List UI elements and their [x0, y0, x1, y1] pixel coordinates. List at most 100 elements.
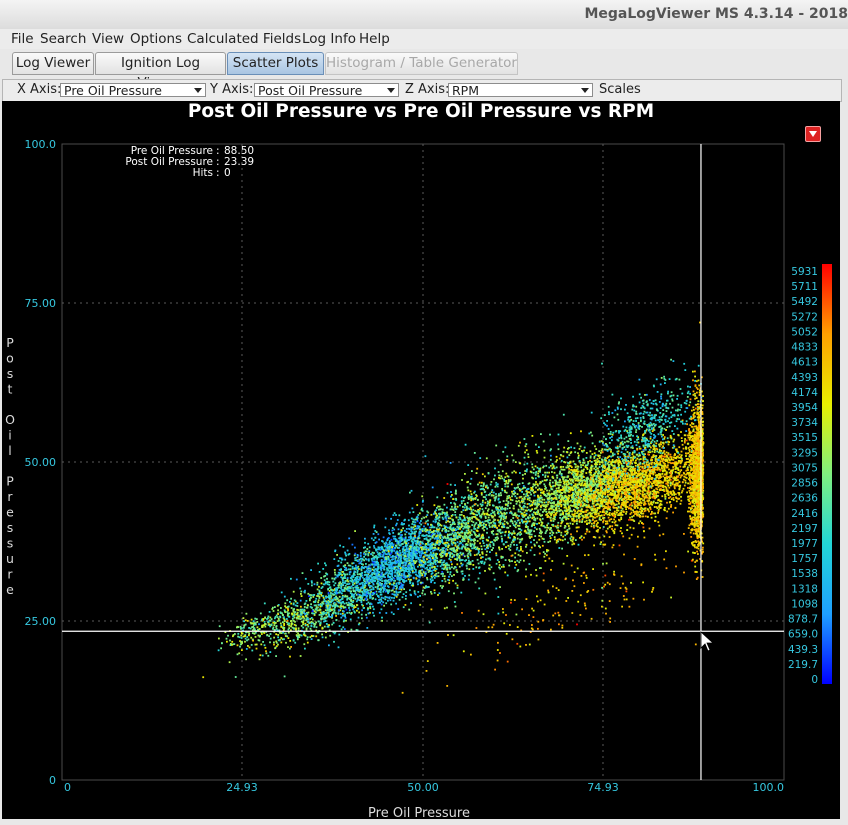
scatter-point	[426, 514, 429, 516]
scatter-point	[523, 496, 526, 499]
menu-search[interactable]: Search	[40, 31, 86, 47]
scatter-point	[451, 566, 453, 569]
scatter-point	[366, 608, 369, 611]
scatter-point	[463, 522, 466, 525]
scatter-point	[450, 491, 452, 493]
scatter-point	[485, 558, 487, 561]
scatter-point	[427, 571, 430, 573]
scatter-point	[269, 651, 272, 653]
menu-log-info[interactable]: Log Info	[302, 31, 356, 47]
tab-ignition-log-viewer[interactable]: Ignition Log Viewer	[95, 52, 226, 91]
scatter-point	[517, 483, 519, 486]
scatter-point	[571, 523, 574, 525]
x-axis-select[interactable]: Pre Oil Pressure	[60, 83, 206, 97]
scatter-point	[402, 546, 405, 548]
scatter-point	[409, 568, 411, 571]
scatter-point	[421, 574, 424, 577]
scatter-point	[355, 589, 357, 592]
menu-file[interactable]: File	[11, 31, 34, 47]
scatter-point	[504, 507, 507, 509]
scatter-point	[334, 589, 337, 591]
scatter-point	[449, 517, 452, 520]
menu-options[interactable]: Options	[130, 31, 182, 47]
scatter-point	[302, 621, 304, 624]
scatter-point	[405, 595, 407, 597]
scales-label[interactable]: Scales	[599, 82, 641, 97]
scatter-point	[494, 514, 496, 517]
scatter-point	[373, 524, 376, 527]
tab-scatter-plots[interactable]: Scatter Plots	[227, 52, 324, 75]
scatter-point	[509, 496, 511, 499]
scatter-point	[475, 566, 478, 569]
scatter-point	[524, 445, 527, 448]
scatter-point	[424, 528, 427, 530]
scatter-point	[243, 625, 246, 627]
scatter-point	[467, 552, 470, 555]
scatter-point	[373, 558, 376, 560]
scatter-point	[372, 611, 374, 614]
scatter-point	[548, 466, 551, 469]
scatter-point	[424, 567, 427, 570]
scatter-point	[251, 626, 253, 628]
scatter-point	[551, 488, 554, 491]
scatter-point	[420, 581, 422, 584]
scatter-point	[410, 526, 413, 529]
scatter-point	[306, 613, 309, 616]
scatter-point	[309, 594, 311, 596]
scatter-point	[379, 564, 382, 567]
scatter-point	[469, 482, 472, 485]
scatter-point	[269, 641, 271, 644]
scatter-plot-panel[interactable]: Post Oil Pressure vs Pre Oil Pressure vs…	[2, 101, 840, 819]
scatter-point	[280, 607, 282, 609]
scatter-point	[504, 541, 507, 544]
scatter-point	[508, 559, 511, 561]
scatter-point	[455, 516, 458, 519]
scatter-point	[564, 534, 567, 537]
y-axis-select[interactable]: Post Oil Pressure	[254, 83, 399, 97]
scatter-point	[488, 504, 491, 506]
scatter-point	[346, 549, 349, 552]
scatter-point	[506, 507, 509, 510]
scatter-point	[440, 573, 443, 575]
scatter-point	[342, 626, 345, 629]
scatter-point	[455, 532, 457, 535]
scatter-point	[462, 519, 465, 521]
scatter-point	[405, 591, 408, 594]
scatter-point	[476, 540, 479, 542]
scatter-point	[525, 575, 527, 578]
scatter-point	[240, 641, 242, 643]
menu-help[interactable]: Help	[359, 31, 390, 47]
scatter-point	[594, 445, 596, 448]
scatter-point	[368, 571, 371, 574]
z-axis-select[interactable]: RPM	[448, 83, 593, 97]
scatter-point	[461, 546, 464, 548]
scatter-point	[328, 644, 330, 647]
scatter-point	[536, 498, 539, 501]
menu-calculated-fields[interactable]: Calculated Fields	[187, 31, 301, 47]
scatter-point	[466, 562, 469, 565]
scatter-point	[377, 553, 380, 556]
scatter-point	[283, 616, 285, 619]
scatter-point	[202, 676, 205, 679]
scatter-point	[477, 577, 480, 580]
scatter-point	[397, 528, 400, 531]
scatter-point	[498, 547, 501, 549]
scatter-point	[391, 546, 393, 549]
scatter-point	[357, 559, 360, 562]
scatter-point	[504, 446, 507, 449]
scatter-point	[420, 548, 423, 551]
menu-view[interactable]: View	[92, 31, 124, 47]
scatter-point	[524, 473, 526, 475]
scatter-point	[380, 596, 383, 599]
scatter-point	[317, 562, 319, 565]
tab-log-viewer[interactable]: Log Viewer	[12, 52, 94, 75]
scatter-point	[252, 620, 255, 623]
scatter-point	[380, 603, 383, 606]
scatter-point	[494, 485, 497, 488]
scatter-point	[397, 608, 400, 610]
scatter-point	[408, 576, 411, 578]
scatter-point	[351, 594, 353, 596]
scatter-point	[451, 532, 454, 535]
scatter-point	[428, 555, 430, 557]
scatter-point	[387, 553, 389, 556]
